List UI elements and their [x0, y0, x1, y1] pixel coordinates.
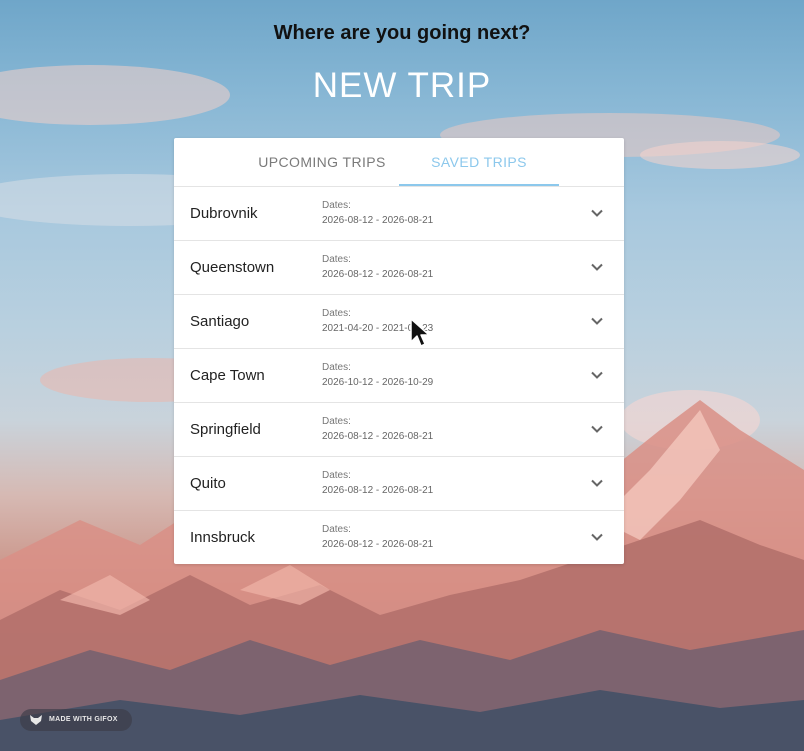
trip-city: Cape Town: [190, 367, 265, 384]
trip-dates-label: Dates:: [322, 200, 351, 211]
trip-dates: 2026-08-12 - 2026-08-21: [322, 431, 434, 442]
trip-city: Springfield: [190, 421, 261, 438]
chevron-down-icon[interactable]: [590, 476, 604, 490]
trip-city: Santiago: [190, 313, 250, 330]
trip-dates-label: Dates:: [322, 254, 351, 265]
page-title: NEW TRIP: [312, 66, 492, 105]
trip-row-quito[interactable]: Quito Dates: 2026-08-12 - 2026-08-21: [174, 457, 624, 511]
trip-row-santiago[interactable]: Santiago Dates: 2021-04-20 - 2021-04-23: [174, 295, 624, 349]
page-heading: Where are you going next?: [273, 22, 531, 44]
chevron-down-icon[interactable]: [590, 314, 604, 328]
active-tab-indicator: [399, 184, 559, 186]
trip-row-innsbruck[interactable]: Innsbruck Dates: 2026-08-12 - 2026-08-21: [174, 511, 624, 564]
trip-dates-label: Dates:: [322, 470, 351, 481]
chevron-down-icon[interactable]: [590, 368, 604, 382]
made-with-gifox-badge: MADE WITH GIFOX: [20, 709, 132, 731]
trip-dates-label: Dates:: [322, 308, 351, 319]
badge-label: MADE WITH GIFOX: [49, 716, 118, 723]
trip-row-queenstown[interactable]: Queenstown Dates: 2026-08-12 - 2026-08-2…: [174, 241, 624, 295]
trip-dates: 2026-08-12 - 2026-08-21: [322, 539, 434, 550]
trip-city: Dubrovnik: [190, 205, 258, 222]
trip-city: Queenstown: [190, 259, 275, 276]
trip-row-cape-town[interactable]: Cape Town Dates: 2026-10-12 - 2026-10-29: [174, 349, 624, 403]
trip-city: Innsbruck: [190, 529, 256, 546]
trip-tabs: UPCOMING TRIPS SAVED TRIPS: [174, 138, 624, 187]
trip-row-dubrovnik[interactable]: Dubrovnik Dates: 2026-08-12 - 2026-08-21: [174, 187, 624, 241]
trip-dates: 2026-10-12 - 2026-10-29: [322, 377, 434, 388]
chevron-down-icon[interactable]: [590, 422, 604, 436]
chevron-down-icon[interactable]: [590, 206, 604, 220]
tab-upcoming-trips[interactable]: UPCOMING TRIPS: [242, 138, 402, 186]
trips-card: UPCOMING TRIPS SAVED TRIPS Dubrovnik Dat…: [174, 138, 624, 564]
tab-saved-trips[interactable]: SAVED TRIPS: [399, 138, 559, 186]
fox-icon: [30, 715, 42, 725]
mouse-cursor-icon: [410, 318, 430, 347]
trip-dates: 2026-08-12 - 2026-08-21: [322, 269, 434, 280]
trip-dates-label: Dates:: [322, 416, 351, 427]
trip-row-springfield[interactable]: Springfield Dates: 2026-08-12 - 2026-08-…: [174, 403, 624, 457]
chevron-down-icon[interactable]: [590, 260, 604, 274]
chevron-down-icon[interactable]: [590, 530, 604, 544]
trip-dates-label: Dates:: [322, 362, 351, 373]
trip-dates: 2026-08-12 - 2026-08-21: [322, 485, 434, 496]
trip-dates: 2026-08-12 - 2026-08-21: [322, 215, 434, 226]
trip-dates-label: Dates:: [322, 524, 351, 535]
trip-city: Quito: [190, 475, 226, 492]
